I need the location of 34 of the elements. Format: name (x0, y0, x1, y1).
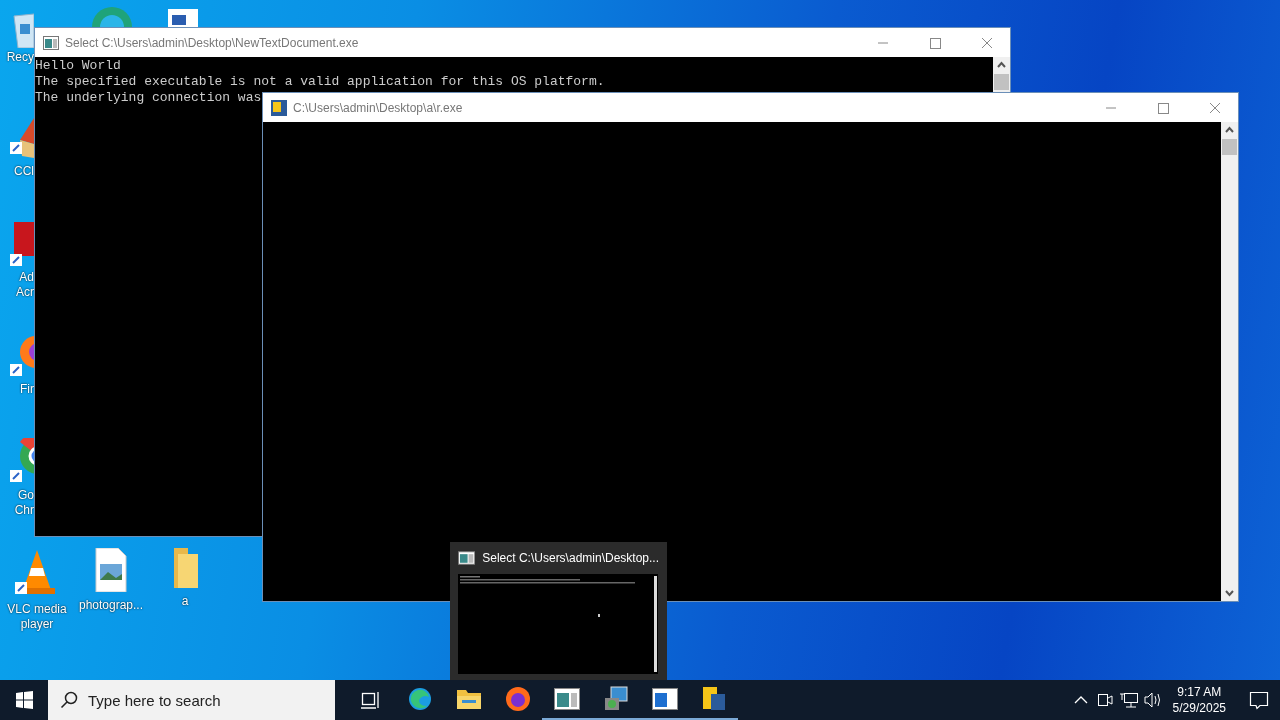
pdf-reader-icon[interactable] (10, 222, 34, 268)
icon-label: CCl (13, 164, 34, 179)
computer-icon (602, 686, 629, 712)
fox-browser-icon (504, 686, 531, 712)
console-line: The underlying connection was (35, 90, 263, 106)
image-file-icon[interactable] (94, 548, 128, 592)
taskbar-preview[interactable]: Select C:\Users\admin\Desktop... (450, 542, 667, 680)
clock-time[interactable]: 9:17 AM (1177, 684, 1222, 700)
search-icon (60, 691, 78, 709)
icon-label: photograp... (77, 598, 145, 613)
console-line: Hello World (35, 58, 122, 74)
script-icon (700, 686, 727, 712)
console-line: The specified executable is not a valid application for this OS platform. (35, 74, 606, 90)
window-icon (651, 688, 678, 710)
search-input[interactable]: Type here to search (86, 690, 330, 710)
browser-icon (406, 686, 433, 712)
script-icon (271, 99, 287, 116)
search-field[interactable]: Type here to search (48, 680, 335, 720)
clock-date[interactable]: 5/29/2025 (1172, 700, 1226, 716)
console-icon (458, 550, 476, 565)
window-title: Select C:\Users\admin\Desktop\NewTextDocument.exe (65, 35, 359, 50)
scrollbar-thumb[interactable] (994, 74, 1009, 90)
console-icon (553, 688, 580, 710)
folder-icon (455, 688, 482, 710)
preview-title: Select C:\Users\admin\Desktop... (482, 550, 659, 565)
icon-label: a (180, 594, 190, 609)
icon-label: Fir (19, 382, 34, 397)
icon-label: Go Chr (13, 488, 34, 518)
scrollbar-thumb[interactable] (1222, 139, 1237, 155)
icon-label: Recy (6, 50, 34, 65)
console-icon (43, 35, 59, 50)
window-title: C:\Users\admin\Desktop\a\r.exe (293, 100, 463, 115)
icon-label: Ad Acr (15, 270, 34, 300)
icon-label: VLC media player (6, 602, 68, 632)
